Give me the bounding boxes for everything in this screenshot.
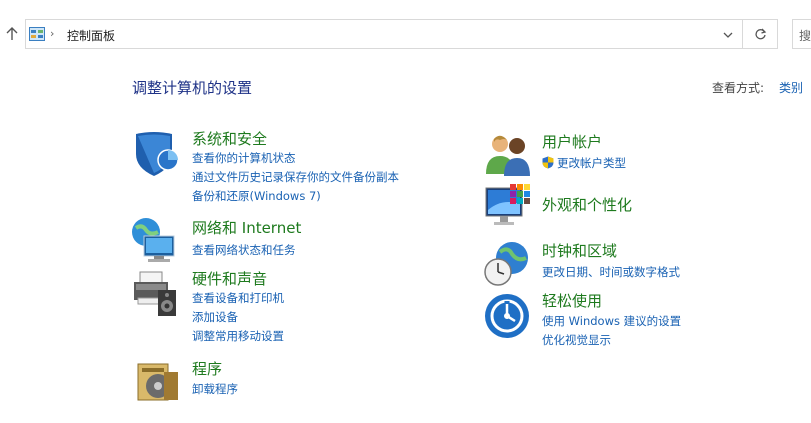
category-hardware-sound[interactable]: 硬件和声音 [192, 268, 267, 289]
category-network-internet[interactable]: 网络和 Internet [192, 217, 301, 238]
address-bar-row: › 控制面板 搜 [0, 18, 811, 50]
link-uninstall-program[interactable]: 卸载程序 [192, 381, 238, 397]
link-devices-printers[interactable]: 查看设备和打印机 [192, 290, 284, 306]
link-network-status[interactable]: 查看网络状态和任务 [192, 242, 296, 258]
category-system-security[interactable]: 系统和安全 [192, 128, 267, 149]
link-backup-restore[interactable]: 备份和还原(Windows 7) [192, 188, 321, 204]
category-ease-of-access[interactable]: 轻松使用 [542, 290, 602, 311]
link-change-account-type-label: 更改帐户类型 [557, 156, 626, 170]
view-by-label: 查看方式: [712, 81, 765, 95]
clock-globe-icon[interactable] [482, 238, 532, 288]
breadcrumb-separator[interactable]: › [50, 27, 54, 40]
up-button[interactable] [3, 24, 21, 44]
link-change-date-time-format[interactable]: 更改日期、时间或数字格式 [542, 264, 680, 280]
shield-icon[interactable] [132, 128, 182, 178]
category-appearance-personalization[interactable]: 外观和个性化 [542, 194, 632, 215]
up-arrow-icon [6, 27, 18, 40]
page-title: 调整计算机的设置 [132, 79, 253, 97]
breadcrumb-control-panel[interactable]: 控制面板 [67, 27, 115, 44]
chevron-down-icon[interactable] [722, 29, 734, 41]
category-programs[interactable]: 程序 [192, 358, 222, 379]
link-recommended-settings[interactable]: 使用 Windows 建议的设置 [542, 313, 681, 329]
search-input[interactable]: 搜 [792, 19, 811, 49]
users-icon[interactable] [484, 130, 534, 180]
uac-shield-icon [542, 156, 554, 169]
link-mobility-settings[interactable]: 调整常用移动设置 [192, 328, 284, 344]
printer-icon[interactable] [130, 268, 180, 318]
link-view-computer-status[interactable]: 查看你的计算机状态 [192, 150, 296, 166]
control-panel-icon [29, 27, 45, 41]
programs-icon[interactable] [134, 356, 184, 406]
appearance-icon[interactable] [484, 182, 534, 232]
link-file-history-backup[interactable]: 通过文件历史记录保存你的文件备份副本 [192, 169, 399, 185]
ease-access-icon[interactable] [483, 292, 533, 342]
link-optimize-visual-display[interactable]: 优化视觉显示 [542, 332, 611, 348]
network-icon[interactable] [130, 214, 180, 264]
refresh-button[interactable] [743, 19, 778, 49]
category-clock-region[interactable]: 时钟和区域 [542, 240, 617, 261]
view-by-dropdown[interactable]: 类别 [779, 79, 803, 96]
link-change-account-type[interactable]: 更改帐户类型 [542, 155, 626, 171]
refresh-icon [754, 28, 766, 39]
address-field[interactable]: › 控制面板 [25, 19, 743, 49]
category-user-accounts[interactable]: 用户帐户 [542, 131, 602, 152]
search-placeholder: 搜 [799, 29, 811, 43]
link-add-device[interactable]: 添加设备 [192, 309, 238, 325]
